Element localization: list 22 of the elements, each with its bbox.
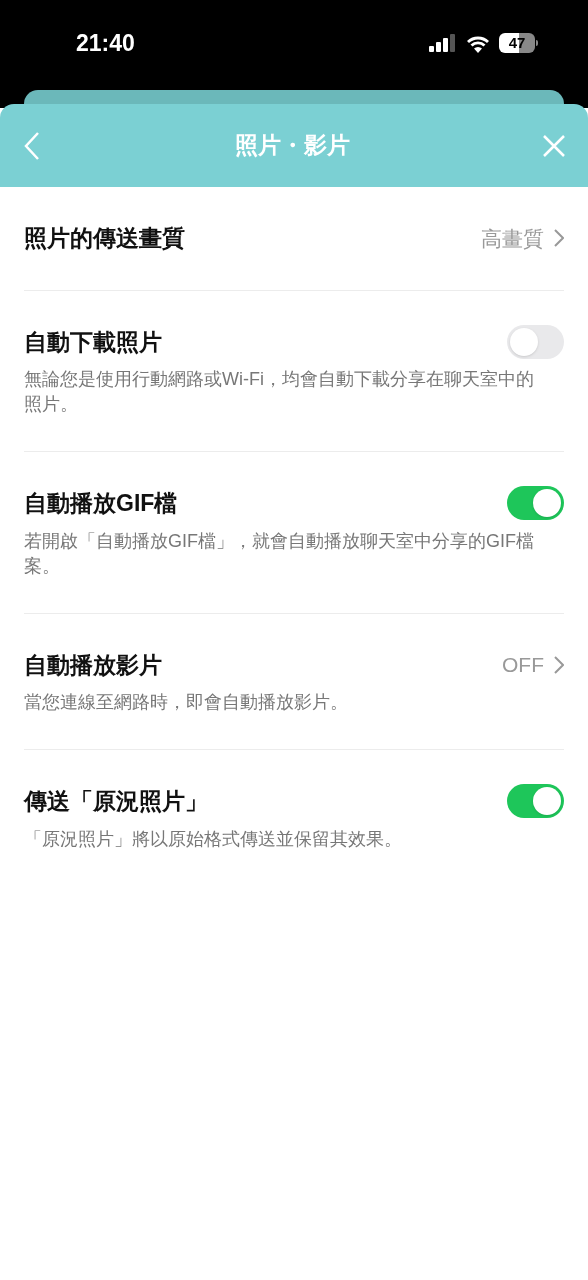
toggle-switch[interactable]: [507, 784, 564, 819]
chevron-right-icon: [554, 655, 564, 674]
header-title: 照片・影片: [234, 131, 350, 161]
setting-value[interactable]: OFF: [502, 649, 544, 681]
toggle-switch[interactable]: [507, 486, 564, 521]
setting-description: 「原況照片」將以原始格式傳送並保留其效果。: [24, 827, 403, 851]
setting-title: 自動下載照片: [24, 327, 162, 357]
setting-title: 自動播放影片: [24, 650, 162, 680]
setting-description: 當您連線至網路時，即會自動播放影片。: [24, 691, 349, 714]
setting-description: 若開啟「自動播放GIF檔」，就會自動播放聊天室中分享的GIF檔案。: [24, 529, 535, 578]
setting-title: 自動播放GIF檔: [24, 489, 178, 518]
back-icon[interactable]: [22, 130, 42, 161]
toggle-switch[interactable]: [507, 324, 564, 359]
setting-description: 無論您是使用行動網路或Wi-Fi，均會自動下載分享在聊天室中的照片。: [24, 368, 535, 416]
battery-level: 47: [508, 32, 526, 53]
chevron-right-icon: [554, 229, 564, 248]
setting-title: 傳送「原況照片」: [24, 787, 208, 816]
setting-value[interactable]: 高畫質: [481, 222, 544, 254]
setting-title: 照片的傳送畫質: [24, 224, 185, 253]
status-time: 21:40: [76, 28, 135, 58]
close-icon[interactable]: [542, 133, 566, 158]
signal-icon: [429, 34, 457, 52]
